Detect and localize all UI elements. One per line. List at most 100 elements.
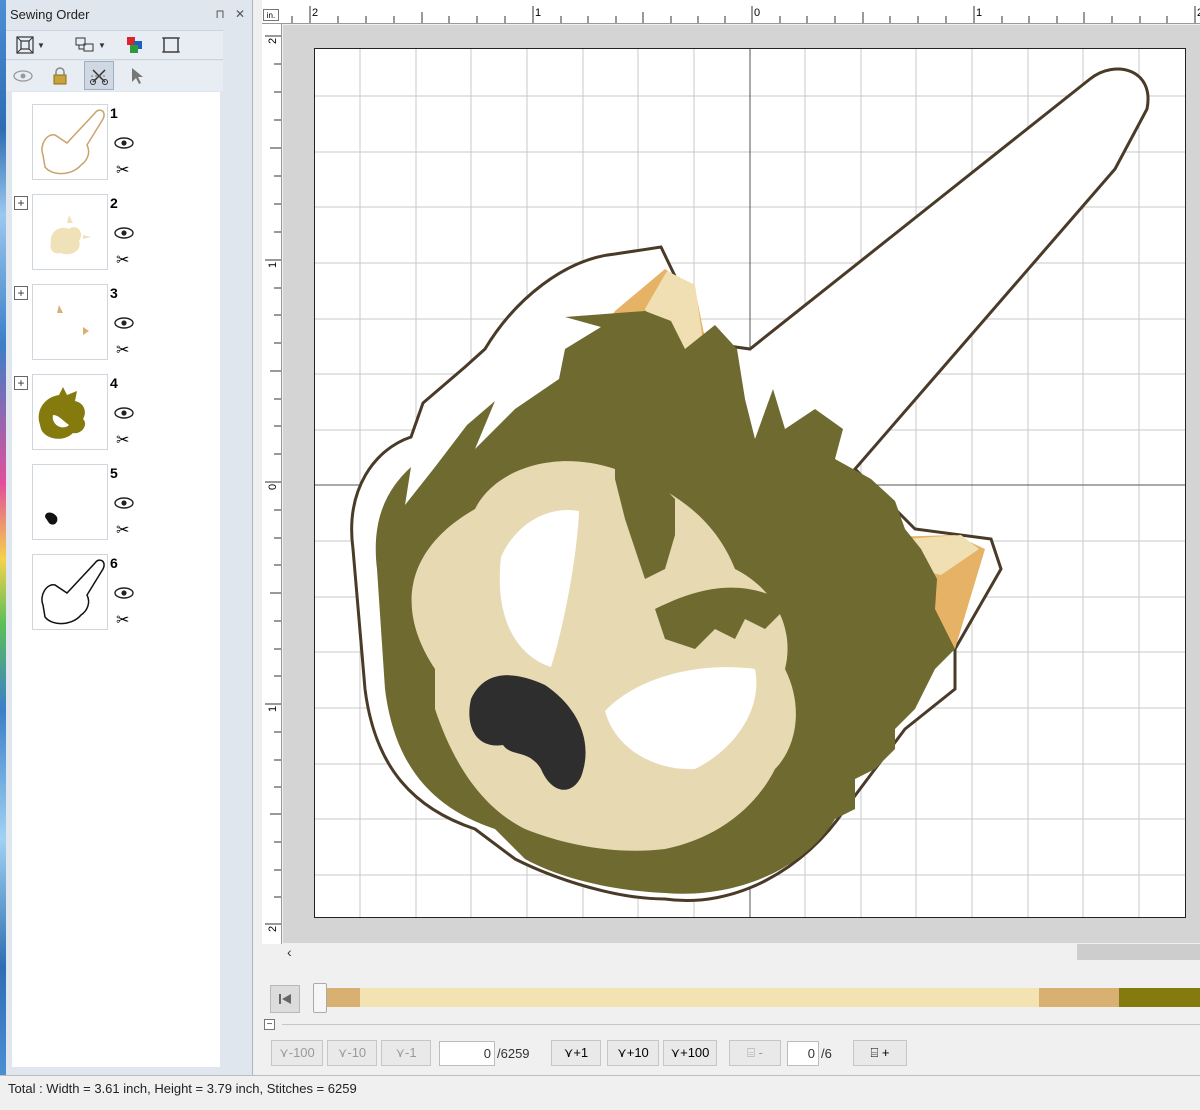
horizontal-scrollbar[interactable] [283,943,1200,961]
needle-icon: ⋎ [279,1045,289,1060]
scissors-icon[interactable]: ✂ [116,432,134,450]
item-number: 4 [110,375,118,391]
eye-icon[interactable] [114,226,134,240]
expand-icon[interactable]: + [14,286,28,300]
list-item[interactable]: 1 ✂ [6,92,214,182]
cut-jump-icon [90,68,108,85]
item-number: 5 [110,465,118,481]
ruler-label: 0 [267,484,279,490]
hoop-frame-icon [162,37,180,53]
color-segment [1038,988,1120,1007]
eye-icon[interactable] [114,496,134,510]
color-segment [326,988,360,1007]
scissors-icon[interactable]: ✂ [116,252,134,270]
scissors-icon[interactable]: ✂ [116,342,134,360]
pointer-icon [132,68,143,84]
collapse-icon[interactable]: − [264,1019,275,1030]
ruler-label: 1 [267,706,279,712]
item-thumbnail [32,284,108,360]
panel-toolbar-row2 [6,61,223,91]
color-segment [1119,988,1200,1007]
forward-10-button[interactable]: ⋎+10 [607,1040,659,1066]
dropdown-arrow-icon: ▼ [98,40,106,50]
color-number-field[interactable]: 0 [787,1041,819,1066]
scissors-icon[interactable]: ✂ [116,162,134,180]
button-label: +10 [626,1045,649,1060]
status-bar: Total : Width = 3.61 inch, Height = 3.79… [0,1075,1200,1110]
group-icon [75,37,94,52]
ruler-label: 1 [535,7,541,19]
scroll-left-icon[interactable]: ‹ [287,943,303,961]
expand-icon[interactable]: + [14,196,28,210]
scrollbar-thumb[interactable] [1077,944,1200,960]
hoop-frame-button[interactable] [158,33,184,57]
item-number: 1 [110,105,118,121]
item-number: 3 [110,285,118,301]
ruler-label: 1 [976,7,982,19]
button-label: +1 [573,1045,589,1060]
button-label: +100 [680,1045,710,1060]
lock-button[interactable] [48,64,72,88]
scissors-icon[interactable]: ✂ [116,612,134,630]
needle-icon: ⋎ [563,1045,574,1060]
list-item[interactable]: 6 ✂ [6,542,214,632]
eye-icon[interactable] [114,136,134,150]
back-100-button[interactable]: ⋎-100 [271,1040,323,1066]
list-item[interactable]: 5 ✂ [6,452,214,542]
fit-view-button[interactable]: ▼ [10,33,50,57]
eye-icon[interactable] [114,406,134,420]
color-sort-button[interactable] [122,33,148,57]
button-label: + [881,1045,890,1060]
color-total: /6 [821,1046,832,1061]
button-label: -100 [288,1045,315,1060]
list-item[interactable]: + 2 ✂ [6,182,214,272]
cut-jump-button[interactable] [84,61,114,90]
fit-view-icon [16,36,34,54]
separator [282,1024,1200,1025]
embroidery-hoop[interactable] [314,48,1186,918]
ruler-label: 2 [267,926,279,932]
needle-icon: ⋎ [395,1045,405,1060]
next-color-button[interactable]: ⌸ + [853,1040,907,1066]
stitch-number-field[interactable]: 0 [439,1041,495,1066]
pin-icon[interactable]: ⊓ [212,6,228,22]
vertical-ruler: 2 1 0 1 2 [262,24,282,944]
visibility-button[interactable] [10,64,36,88]
eye-icon[interactable] [114,316,134,330]
go-to-start-button[interactable] [270,985,300,1013]
dropdown-arrow-icon: ▼ [37,40,45,50]
forward-1-button[interactable]: ⋎+1 [551,1040,601,1066]
color-timeline[interactable] [326,988,1200,1007]
eye-icon [13,70,33,82]
item-thumbnail [32,374,108,450]
needle-icon: ⋎ [617,1045,627,1060]
item-thumbnail [32,554,108,630]
forward-100-button[interactable]: ⋎+100 [663,1040,717,1066]
stitch-total: /6259 [497,1046,530,1061]
eye-icon[interactable] [114,586,134,600]
expand-icon[interactable]: + [14,376,28,390]
skip-start-icon [279,994,291,1004]
list-item[interactable]: + 4 ✂ [6,362,214,452]
color-sort-icon [127,37,142,53]
item-thumbnail [32,194,108,270]
ruler-label: 0 [754,7,760,19]
back-1-button[interactable]: ⋎-1 [381,1040,431,1066]
close-icon[interactable]: ✕ [232,6,248,22]
item-thumbnail [32,464,108,540]
horizontal-ruler: 2 1 0 1 2 [262,0,1200,24]
group-button[interactable]: ▼ [68,33,112,57]
ruler-label: 1 [267,262,279,268]
timeline-slider-thumb[interactable] [313,983,327,1013]
item-number: 6 [110,555,118,571]
lock-icon [53,67,67,85]
design-artwork [315,49,1185,917]
previous-color-button[interactable]: ⌸ - [729,1040,781,1066]
sewing-order-items: 1 ✂ + 2 ✂ + 3 ✂ + 4 ✂ 5 ✂ 6 ✂ [6,92,214,652]
select-button[interactable] [126,64,148,88]
scissors-icon[interactable]: ✂ [116,522,134,540]
back-10-button[interactable]: ⋎-10 [327,1040,377,1066]
list-item[interactable]: + 3 ✂ [6,272,214,362]
needle-icon: ⋎ [670,1045,681,1060]
frame-icon: ⌸ [870,1045,882,1060]
